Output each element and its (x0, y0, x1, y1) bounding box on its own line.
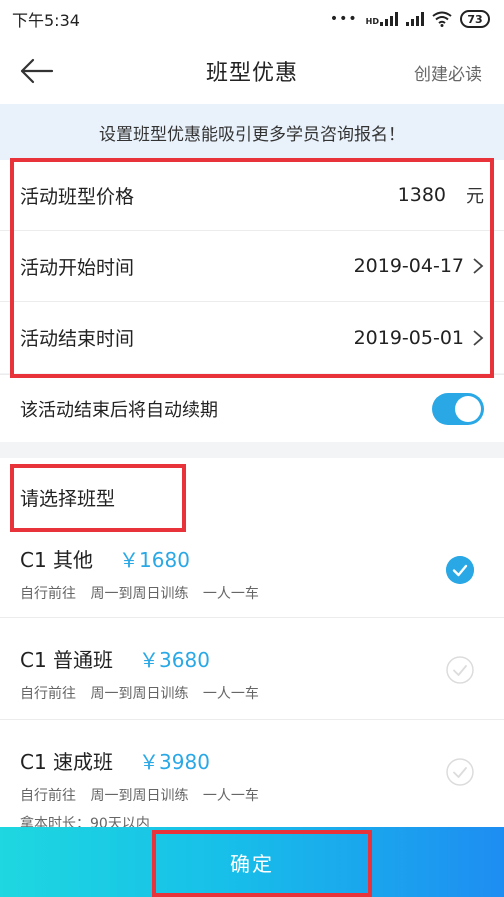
unselected-check-icon[interactable] (446, 656, 474, 684)
class-section-title: 请选择班型 (20, 487, 116, 510)
class-tag: 自行前往 (20, 586, 76, 602)
selected-check-icon[interactable] (446, 556, 474, 584)
class-item-c1-other[interactable]: C1 其他 ￥1680 自行前往 周一到周日训练 一人一车 (0, 536, 504, 618)
class-price: ￥1680 (119, 548, 190, 572)
activity-end-row[interactable]: 活动结束时间 2019-05-01 (0, 302, 504, 373)
class-tag: 周一到周日训练 (90, 788, 189, 804)
back-arrow-icon[interactable] (18, 56, 58, 86)
auto-renew-section: 该活动结束后将自动续期 (0, 374, 504, 442)
class-tag: 周一到周日训练 (90, 586, 189, 602)
class-list: C1 其他 ￥1680 自行前往 周一到周日训练 一人一车 C1 普通班 ￥36… (0, 536, 504, 832)
signal-icon (406, 12, 424, 26)
activity-start-value-group: 2019-04-17 (354, 255, 484, 277)
activity-end-value: 2019-05-01 (353, 326, 464, 349)
status-time: 下午5:34 (12, 11, 80, 30)
activity-price-row[interactable]: 活动班型价格 1380 元 (0, 160, 504, 231)
class-name: C1 普通班 (20, 648, 114, 672)
activity-price-label: 活动班型价格 (20, 185, 135, 208)
unselected-check-icon[interactable] (446, 758, 474, 786)
class-tag: 自行前往 (20, 686, 76, 702)
activity-price-unit: 元 (466, 186, 484, 207)
confirm-button[interactable]: 确定 (0, 827, 504, 897)
class-item-c1-standard[interactable]: C1 普通班 ￥3680 自行前往 周一到周日训练 一人一车 (0, 618, 504, 720)
activity-settings: 活动班型价格 1380 元 活动开始时间 2019-04-17 活动结束时间 2… (0, 160, 504, 373)
activity-price-value: 1380 (397, 184, 446, 206)
activity-price-value-group: 1380 元 (398, 182, 484, 208)
auto-renew-row: 该活动结束后将自动续期 (0, 375, 504, 443)
activity-start-row[interactable]: 活动开始时间 2019-04-17 (0, 231, 504, 302)
class-section-header: 请选择班型 (0, 458, 504, 536)
class-tag: 一人一车 (202, 788, 259, 804)
network-type: HD (365, 17, 379, 26)
class-tag: 一人一车 (202, 586, 259, 602)
banner-text: 设置班型优惠能吸引更多学员咨询报名！ (99, 124, 405, 145)
class-name: C1 其他 (20, 548, 94, 572)
info-banner: 设置班型优惠能吸引更多学员咨询报名！ (0, 104, 504, 160)
class-tags: 自行前往 周一到周日训练 一人一车 (20, 785, 484, 805)
wifi-icon (432, 11, 452, 27)
chevron-right-icon (473, 258, 484, 274)
class-tags: 自行前往 周一到周日训练 一人一车 (20, 583, 484, 603)
status-icons: ••• HD 73 (330, 10, 490, 28)
activity-start-label: 活动开始时间 (20, 256, 135, 279)
chevron-right-icon (473, 329, 484, 346)
status-bar: 下午5:34 ••• HD 73 (0, 0, 504, 38)
battery-icon: 73 (460, 10, 490, 28)
more-dots-icon: ••• (329, 11, 358, 27)
activity-end-value-group: 2019-05-01 (354, 327, 484, 349)
nav-bar: 班型优惠 创建必读 (0, 38, 504, 104)
class-tag: 周一到周日训练 (90, 686, 189, 702)
class-tag: 一人一车 (202, 686, 259, 702)
class-price: ￥3980 (139, 750, 210, 774)
class-price: ￥3680 (139, 648, 210, 672)
class-tags: 自行前往 周一到周日训练 一人一车 (20, 683, 484, 703)
activity-end-label: 活动结束时间 (20, 328, 135, 350)
auto-renew-label: 该活动结束后将自动续期 (20, 400, 218, 421)
page-title: 班型优惠 (205, 61, 298, 86)
auto-renew-toggle[interactable] (432, 393, 484, 425)
class-item-c1-express[interactable]: C1 速成班 ￥3980 自行前往 周一到周日训练 一人一车 拿本时长：90天以… (0, 720, 504, 832)
activity-start-value: 2019-04-17 (353, 255, 464, 277)
class-name: C1 速成班 (20, 750, 114, 774)
signal-hd-icon: HD (366, 12, 398, 26)
confirm-label: 确定 (230, 851, 274, 876)
class-tag: 自行前往 (20, 788, 76, 804)
create-guide-link[interactable]: 创建必读 (414, 60, 482, 85)
